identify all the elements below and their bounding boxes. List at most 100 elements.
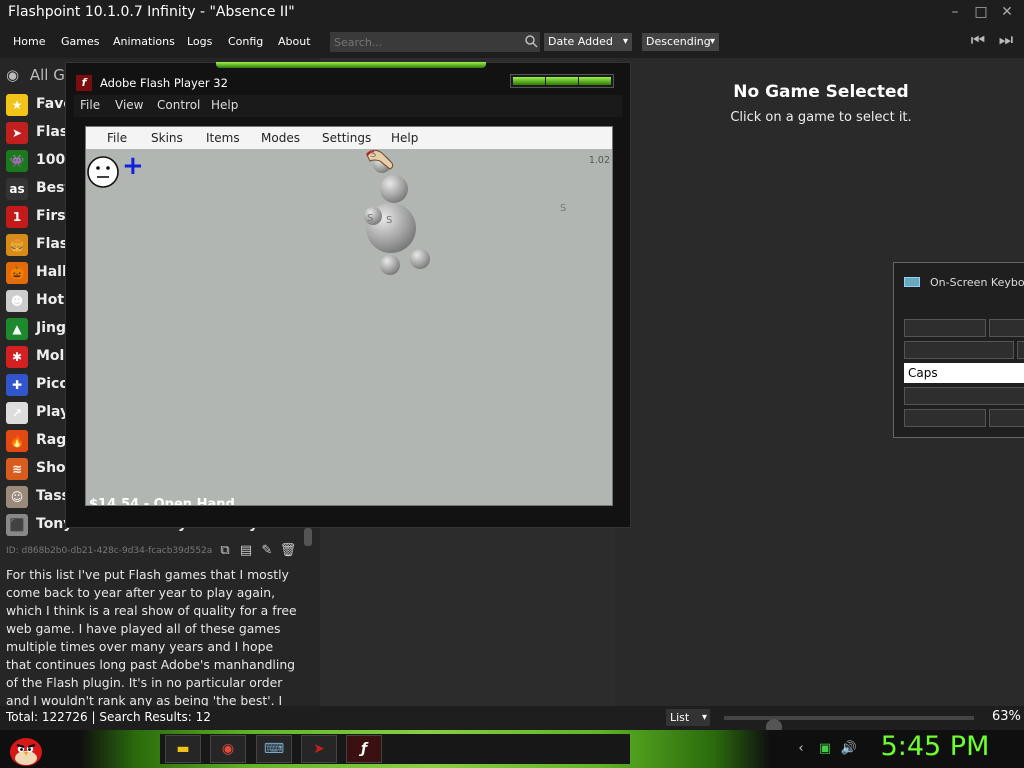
start-button[interactable] <box>6 730 44 768</box>
taskbar-chrome-button[interactable]: ◉ <box>210 735 246 763</box>
menu-games[interactable]: Games <box>61 35 99 48</box>
game-menu-bar: File Skins Items Modes Settings Help <box>86 127 612 149</box>
collapse-left-icon[interactable]: ⏮ <box>968 30 988 50</box>
osk-key[interactable] <box>904 409 986 427</box>
flash-window-controls <box>510 74 614 88</box>
ball-small[interactable] <box>380 255 400 275</box>
osk-key[interactable] <box>989 319 1024 337</box>
search-input[interactable] <box>330 32 540 52</box>
coin-mark: S <box>560 203 567 214</box>
view-mode-select[interactable]: List ▾ <box>666 709 710 726</box>
menu-about[interactable]: About <box>278 35 311 48</box>
number-one-icon: 1 <box>6 206 28 228</box>
flash-menu-file[interactable]: File <box>80 98 100 112</box>
flash-close-button[interactable] <box>579 77 611 85</box>
osk-key[interactable] <box>904 341 1014 359</box>
status-bar: Total: 122726 | Search Results: 12 List … <box>0 706 1024 735</box>
menu-logs[interactable]: Logs <box>187 35 212 48</box>
flash-menu-control[interactable]: Control <box>157 98 200 112</box>
window-glow <box>216 62 486 68</box>
playlist-item-label: Flas <box>36 124 69 140</box>
add-icon[interactable]: + <box>122 153 144 179</box>
coin-mark: S <box>367 213 374 224</box>
maximize-button[interactable]: □ <box>970 2 992 22</box>
chevron-down-icon: ▾ <box>701 712 707 723</box>
game-menu-help[interactable]: Help <box>391 131 418 145</box>
game-canvas[interactable]: + 1.02 S S S S $14.54 - Open Hand <box>86 149 612 506</box>
flash-player-window[interactable]: f Adobe Flash Player 32 File View Contro… <box>65 62 631 528</box>
zoom-slider[interactable] <box>724 716 974 735</box>
burger-icon: 🍔 <box>6 234 28 256</box>
search-icon[interactable] <box>524 34 538 48</box>
duplicate-icon[interactable]: ⧉ <box>216 542 234 560</box>
edit-icon[interactable]: ✎ <box>258 542 276 560</box>
game-menu-settings[interactable]: Settings <box>322 131 371 145</box>
flash-stage[interactable]: File Skins Items Modes Settings Help + 1… <box>85 126 613 506</box>
taskbar-flashpoint-button[interactable]: ➤ <box>301 735 337 763</box>
no-game-title: No Game Selected <box>733 82 909 102</box>
space-invader-icon: 👾 <box>6 150 28 172</box>
flash-menu-bar: File View Control Help <box>74 95 622 117</box>
flash-minimize-button[interactable] <box>513 77 545 85</box>
playlist-item-label: Hot <box>36 292 65 308</box>
taskbar-explorer-button[interactable]: ▬ <box>165 735 201 763</box>
no-game-subtitle: Click on a game to select it. <box>730 110 912 125</box>
flash-maximize-button[interactable] <box>546 77 578 85</box>
folder-icon: ▬ <box>176 741 190 757</box>
volume-icon[interactable]: 🔊 <box>840 740 858 758</box>
title-bar: Flashpoint 10.1.0.7 Infinity - "Absence … <box>0 0 1024 26</box>
ball-medium[interactable] <box>380 175 408 203</box>
neutral-face-icon[interactable] <box>86 155 120 189</box>
clock[interactable]: 5:45 PM <box>870 731 1000 762</box>
wave-icon: ≋ <box>6 458 28 480</box>
delete-icon[interactable]: 🗑 <box>279 542 297 560</box>
osk-key[interactable] <box>1017 341 1024 359</box>
sidebar-scrollbar[interactable] <box>304 528 312 546</box>
menu-home[interactable]: Home <box>13 35 45 48</box>
keyboard-icon: ⌨ <box>263 741 285 757</box>
chrome-icon: ◉ <box>221 741 235 757</box>
ball-small[interactable] <box>410 249 430 269</box>
collapse-right-icon[interactable]: ⏭ <box>996 30 1016 50</box>
portrait-icon: ☺ <box>6 486 28 508</box>
flash-logo-icon: f <box>76 75 92 91</box>
archive-icon[interactable]: ▤ <box>237 542 255 560</box>
game-menu-skins[interactable]: Skins <box>151 131 183 145</box>
chevron-down-icon: ▾ <box>622 36 628 47</box>
menu-animations[interactable]: Animations <box>113 35 175 48</box>
osk-caps-key[interactable]: Caps <box>904 363 1024 383</box>
tray-arrow-icon[interactable]: ‹ <box>792 740 810 758</box>
result-count: Total: 122726 | Search Results: 12 <box>6 710 211 724</box>
game-menu-file[interactable]: File <box>107 131 127 145</box>
osk-key[interactable] <box>989 409 1024 427</box>
game-menu-items[interactable]: Items <box>206 131 240 145</box>
all-games-row[interactable]: ◉ All G <box>6 66 65 84</box>
on-screen-keyboard[interactable]: On-Screen Keyboard Caps <box>893 262 1024 438</box>
menu-config[interactable]: Config <box>228 35 263 48</box>
silhouette-icon: ⬛ <box>6 514 28 536</box>
sort-order-select[interactable]: Descending ▾ <box>642 33 719 51</box>
taskbar-flash-player-button[interactable]: ƒ <box>346 735 382 763</box>
game-version: 1.02 <box>588 155 610 166</box>
osk-key[interactable] <box>904 387 1024 405</box>
share-icon: ↗ <box>6 402 28 424</box>
minimize-button[interactable]: – <box>944 2 966 22</box>
sort-field-select[interactable]: Date Added ▾ <box>544 33 632 51</box>
coin-mark: S <box>386 215 393 226</box>
game-menu-modes[interactable]: Modes <box>261 131 300 145</box>
flashpoint-icon: ➤ <box>6 122 28 144</box>
pumpkin-icon: 🎃 <box>6 262 28 284</box>
sort-order-value: Descending <box>646 35 711 48</box>
flash-window-title: Adobe Flash Player 32 <box>100 76 228 90</box>
keyboard-icon <box>904 277 920 287</box>
flash-menu-view[interactable]: View <box>115 98 143 112</box>
flashpoint-icon: ➤ <box>313 741 325 757</box>
money-status: $14.54 - Open Hand <box>89 497 235 506</box>
flash-icon: ƒ <box>360 741 368 757</box>
playlist-item-label: Hall <box>36 264 67 280</box>
close-button[interactable]: ✕ <box>996 2 1018 22</box>
flash-menu-help[interactable]: Help <box>211 98 238 112</box>
osk-key[interactable] <box>904 319 986 337</box>
taskbar-keyboard-button[interactable]: ⌨ <box>256 735 292 763</box>
monitor-icon[interactable]: ▣ <box>816 740 834 758</box>
